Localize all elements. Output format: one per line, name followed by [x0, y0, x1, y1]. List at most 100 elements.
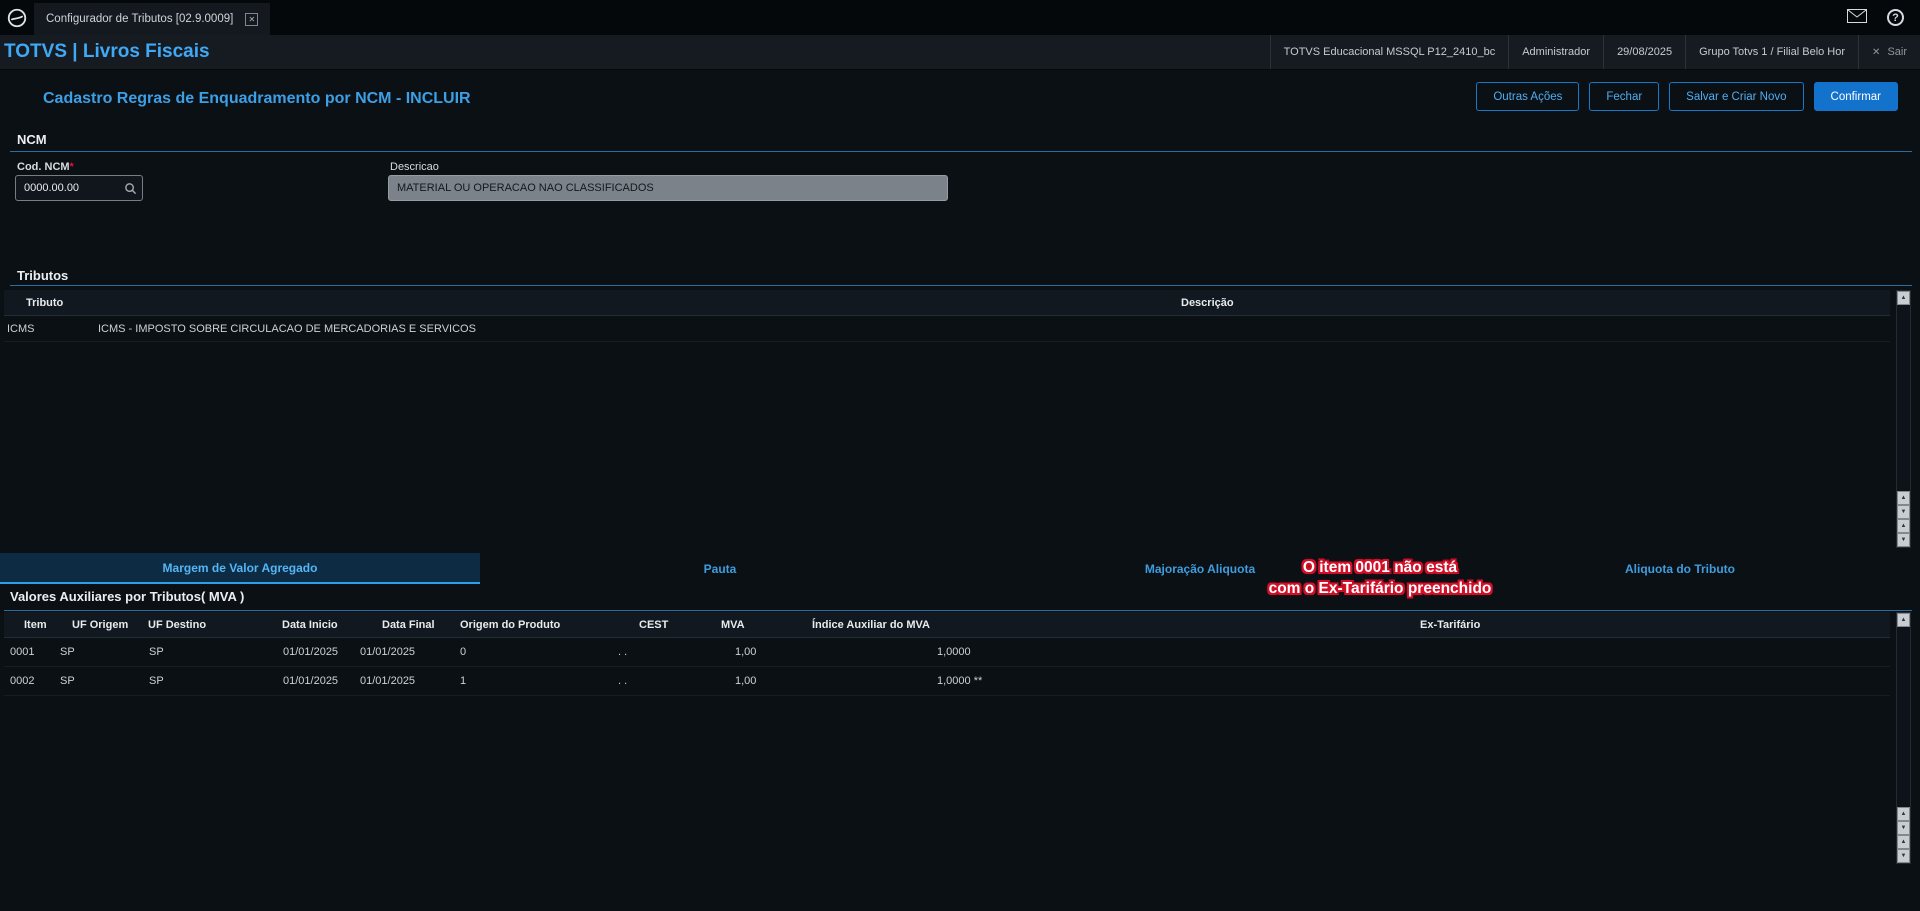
column-header-cest[interactable]: CEST: [585, 612, 697, 637]
outras-acoes-button[interactable]: Outras Ações: [1476, 82, 1580, 111]
annotation-line2: com o Ex-Tarifário preenchido: [1268, 580, 1492, 597]
table-cell: 0002: [10, 675, 35, 687]
descricao-field-wrap: [388, 175, 948, 201]
column-header-item[interactable]: Item: [4, 612, 58, 637]
column-header-tributo[interactable]: Tributo: [4, 290, 96, 315]
scroll-page-up-button[interactable]: ▲: [1897, 835, 1910, 849]
session-info: TOTVS Educacional MSSQL P12_2410_bc Admi…: [1269, 35, 1920, 69]
app-screen: Configurador de Tributos [02.9.0009] ✕ ?…: [0, 0, 1920, 911]
help-icon[interactable]: ?: [1887, 9, 1904, 26]
mva-section-divider: [4, 610, 1912, 611]
cod-ncm-label: Cod. NCM*: [17, 161, 74, 173]
confirmar-button[interactable]: Confirmar: [1813, 82, 1898, 111]
table-cell: 0: [460, 646, 467, 658]
scrollbar-track: [1897, 305, 1910, 491]
table-cell: SP: [60, 646, 75, 658]
scroll-page-up-button[interactable]: ▲: [1897, 519, 1910, 533]
app-header-bar: TOTVS | Livros Fiscais TOTVS Educacional…: [0, 35, 1920, 70]
action-buttons: Outras Ações Fechar Salvar e Criar Novo …: [1476, 82, 1898, 111]
table-row[interactable]: 0001 SP SP 01/01/2025 01/01/2025 0 . . 1,00 1,00…: [4, 638, 1890, 667]
table-cell: [1165, 638, 1890, 666]
column-header-indice-auxiliar[interactable]: Índice Auxiliar do MVA: [805, 612, 1165, 637]
topbar-actions: ?: [1847, 0, 1920, 35]
scroll-page-down-button[interactable]: ▼: [1897, 533, 1910, 547]
table-cell: [1165, 667, 1890, 695]
table-cell: 1,0000: [937, 646, 971, 658]
column-header-data-inicio[interactable]: Data Inicio: [240, 612, 360, 637]
column-header-ex-tarifario[interactable]: Ex-Tarifário: [1165, 612, 1890, 637]
mva-header-row: Item UF Origem UF Destino Data Inicio Da…: [4, 612, 1890, 638]
document-tab[interactable]: Configurador de Tributos [02.9.0009] ✕: [34, 3, 271, 35]
table-cell: SP: [149, 675, 164, 687]
table-cell: 1,0000 **: [937, 675, 983, 687]
table-cell: 01/01/2025: [360, 675, 416, 687]
user-label: Administrador: [1508, 35, 1603, 69]
brand-title: TOTVS | Livros Fiscais: [4, 41, 210, 62]
fechar-button[interactable]: Fechar: [1589, 82, 1660, 111]
table-cell: 01/01/2025: [283, 646, 339, 658]
tab-pauta[interactable]: Pauta: [480, 553, 960, 584]
tributos-section-title: Tributos: [17, 268, 69, 283]
table-cell: ICMS - IMPOSTO SOBRE CIRCULACAO DE MERCA…: [98, 323, 476, 335]
ncm-section-title: NCM: [17, 132, 47, 147]
column-header-data-final[interactable]: Data Final: [360, 612, 460, 637]
scroll-down-button[interactable]: ▼: [1897, 505, 1910, 519]
totvs-logo-icon: [0, 0, 34, 35]
table-cell: 0001: [10, 646, 35, 658]
table-cell: 01/01/2025: [283, 675, 339, 687]
table-cell: . .: [618, 646, 628, 658]
table-cell: SP: [60, 675, 75, 687]
tributos-table: Tributo Descrição ICMS ICMS - IMPOSTO SOB…: [4, 290, 1890, 342]
company-branch-label: Grupo Totvs 1 / Filial Belo Hor: [1685, 35, 1858, 69]
cod-ncm-field-wrap: [15, 175, 143, 201]
column-header-descricao[interactable]: Descrição: [96, 290, 1890, 315]
descricao-input: [388, 175, 948, 201]
annotation-overlay: O item 0001 não está com o Ex-Tarifário …: [1230, 557, 1530, 599]
mail-icon[interactable]: [1847, 9, 1867, 26]
scrollbar-track: [1897, 627, 1910, 807]
environment-label: TOTVS Educacional MSSQL P12_2410_bc: [1269, 35, 1509, 69]
table-cell: 1,00: [735, 646, 757, 658]
mva-table-body: 0001 SP SP 01/01/2025 01/01/2025 0 . . 1,00 1,00…: [4, 638, 1890, 696]
table-cell: SP: [149, 646, 164, 658]
salvar-criar-novo-button[interactable]: Salvar e Criar Novo: [1669, 82, 1804, 111]
search-icon[interactable]: [124, 182, 137, 198]
scroll-down-button[interactable]: ▼: [1897, 821, 1910, 835]
column-header-mva[interactable]: MVA: [697, 612, 805, 637]
tributos-scrollbar[interactable]: ▲ ▲ ▼ ▲ ▼: [1896, 290, 1911, 548]
scroll-page-down-button[interactable]: ▼: [1897, 849, 1910, 863]
mva-table: Item UF Origem UF Destino Data Inicio Da…: [4, 612, 1890, 696]
table-row[interactable]: 0002 SP SP 01/01/2025 01/01/2025 1 . . 1,00 1,00…: [4, 667, 1890, 696]
descricao-label: Descricao: [390, 161, 439, 173]
system-topbar: Configurador de Tributos [02.9.0009] ✕ ?: [0, 0, 1920, 35]
page-title: Cadastro Regras de Enquadramento por NCM…: [43, 90, 471, 107]
exit-button[interactable]: ✕ Sair: [1858, 35, 1920, 69]
tributos-header-row: Tributo Descrição: [4, 290, 1890, 316]
tributos-table-body: ICMS ICMS - IMPOSTO SOBRE CIRCULACAO DE M…: [4, 316, 1890, 342]
column-header-uf-origem[interactable]: UF Origem: [58, 612, 140, 637]
mva-scrollbar[interactable]: ▲ ▲ ▼ ▲ ▼: [1896, 612, 1911, 864]
date-label: 29/08/2025: [1603, 35, 1685, 69]
tab-margem-valor-agregado[interactable]: Margem de Valor Agregado: [0, 553, 480, 584]
exit-x-icon: ✕: [1872, 46, 1881, 58]
required-marker: *: [69, 161, 74, 173]
tab-bar: Margem de Valor Agregado Pauta Majoração…: [0, 553, 1920, 584]
exit-label: Sair: [1887, 46, 1907, 58]
scroll-page-up-button[interactable]: ▲: [1897, 807, 1910, 821]
scroll-up-button[interactable]: ▲: [1897, 613, 1910, 627]
scroll-up-button[interactable]: ▲: [1897, 291, 1910, 305]
column-header-origem-produto[interactable]: Origem do Produto: [460, 612, 585, 637]
ncm-section-divider: [10, 151, 1912, 152]
table-cell: 01/01/2025: [360, 646, 416, 658]
mva-section-title: Valores Auxiliares por Tributos( MVA ): [10, 589, 245, 604]
document-tab-title: Configurador de Tributos [02.9.0009]: [46, 13, 234, 25]
table-cell: . .: [618, 675, 628, 687]
tributos-section-divider: [10, 285, 1912, 286]
table-row[interactable]: ICMS ICMS - IMPOSTO SOBRE CIRCULACAO DE M…: [4, 316, 1890, 342]
table-cell: 1,00: [735, 675, 757, 687]
close-tab-icon[interactable]: ✕: [245, 12, 259, 26]
scroll-page-up-button[interactable]: ▲: [1897, 491, 1910, 505]
column-header-uf-destino[interactable]: UF Destino: [140, 612, 240, 637]
annotation-line1: O item 0001 não está: [1302, 559, 1458, 576]
table-cell: ICMS: [7, 323, 35, 335]
